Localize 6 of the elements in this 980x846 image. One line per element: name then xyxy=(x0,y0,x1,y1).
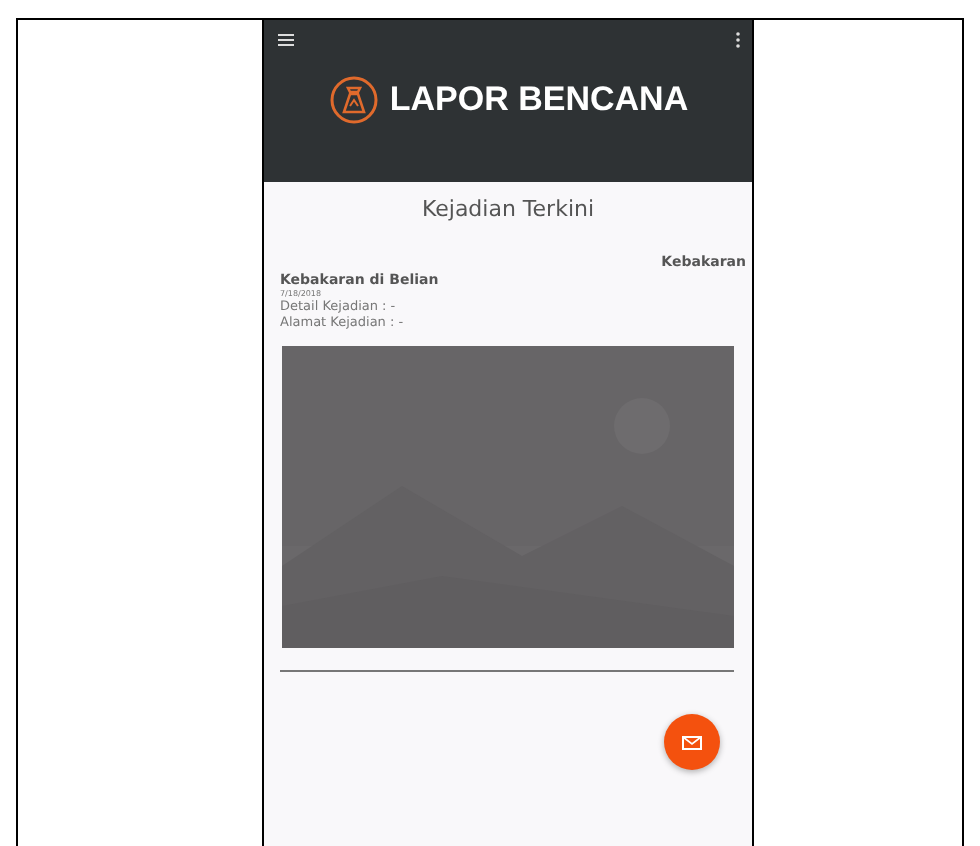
envelope-icon xyxy=(682,735,702,749)
section-title: Kejadian Terkini xyxy=(419,196,597,222)
app-title: LAPOR BENCANA xyxy=(389,80,689,120)
menu-icon[interactable] xyxy=(278,34,294,46)
logo-icon xyxy=(329,76,378,124)
message-button[interactable] xyxy=(664,714,720,770)
